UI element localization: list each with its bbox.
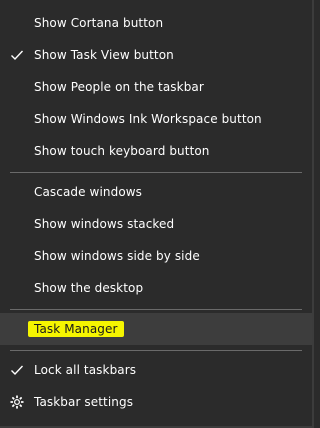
menu-item-label: Show the desktop [34,281,144,295]
menu-item-label: Show windows side by side [34,249,200,263]
menu-separator [10,350,302,351]
taskbar-context-menu: Show Cortana button Show Task View butto… [0,0,314,428]
checkmark-icon [11,365,24,376]
gear-icon [10,395,24,409]
menu-item-label: Show touch keyboard button [34,144,210,158]
menu-item-show-cortana-button[interactable]: Show Cortana button [0,7,312,39]
menu-item-label: Taskbar settings [34,395,134,409]
menu-item-cascade-windows[interactable]: Cascade windows [0,176,312,208]
menu-item-show-people-on-taskbar[interactable]: Show People on the taskbar [0,71,312,103]
menu-item-label: Show Task View button [34,48,174,62]
menu-item-label: Lock all taskbars [34,363,137,377]
menu-item-show-the-desktop[interactable]: Show the desktop [0,272,312,304]
menu-item-show-windows-stacked[interactable]: Show windows stacked [0,208,312,240]
menu-item-lock-all-taskbars[interactable]: Lock all taskbars [0,354,312,386]
menu-item-show-task-view-button[interactable]: Show Task View button [0,39,312,71]
menu-item-label: Show Windows Ink Workspace button [34,112,262,126]
menu-item-label: Show windows stacked [34,217,175,231]
menu-item-show-windows-ink-workspace-button[interactable]: Show Windows Ink Workspace button [0,103,312,135]
text-highlight: Task Manager [28,321,124,337]
menu-item-label: Show Cortana button [34,16,164,30]
menu-separator [10,309,302,310]
menu-separator [10,172,302,173]
menu-item-taskbar-settings[interactable]: Taskbar settings [0,386,312,418]
menu-item-show-windows-side-by-side[interactable]: Show windows side by side [0,240,312,272]
menu-item-label: Cascade windows [34,185,143,199]
menu-item-show-touch-keyboard-button[interactable]: Show touch keyboard button [0,135,312,167]
menu-item-task-manager[interactable]: Task Manager [0,313,312,345]
checkmark-icon [11,50,24,61]
menu-item-label: Task Manager [28,321,124,337]
menu-item-label: Show People on the taskbar [34,80,204,94]
